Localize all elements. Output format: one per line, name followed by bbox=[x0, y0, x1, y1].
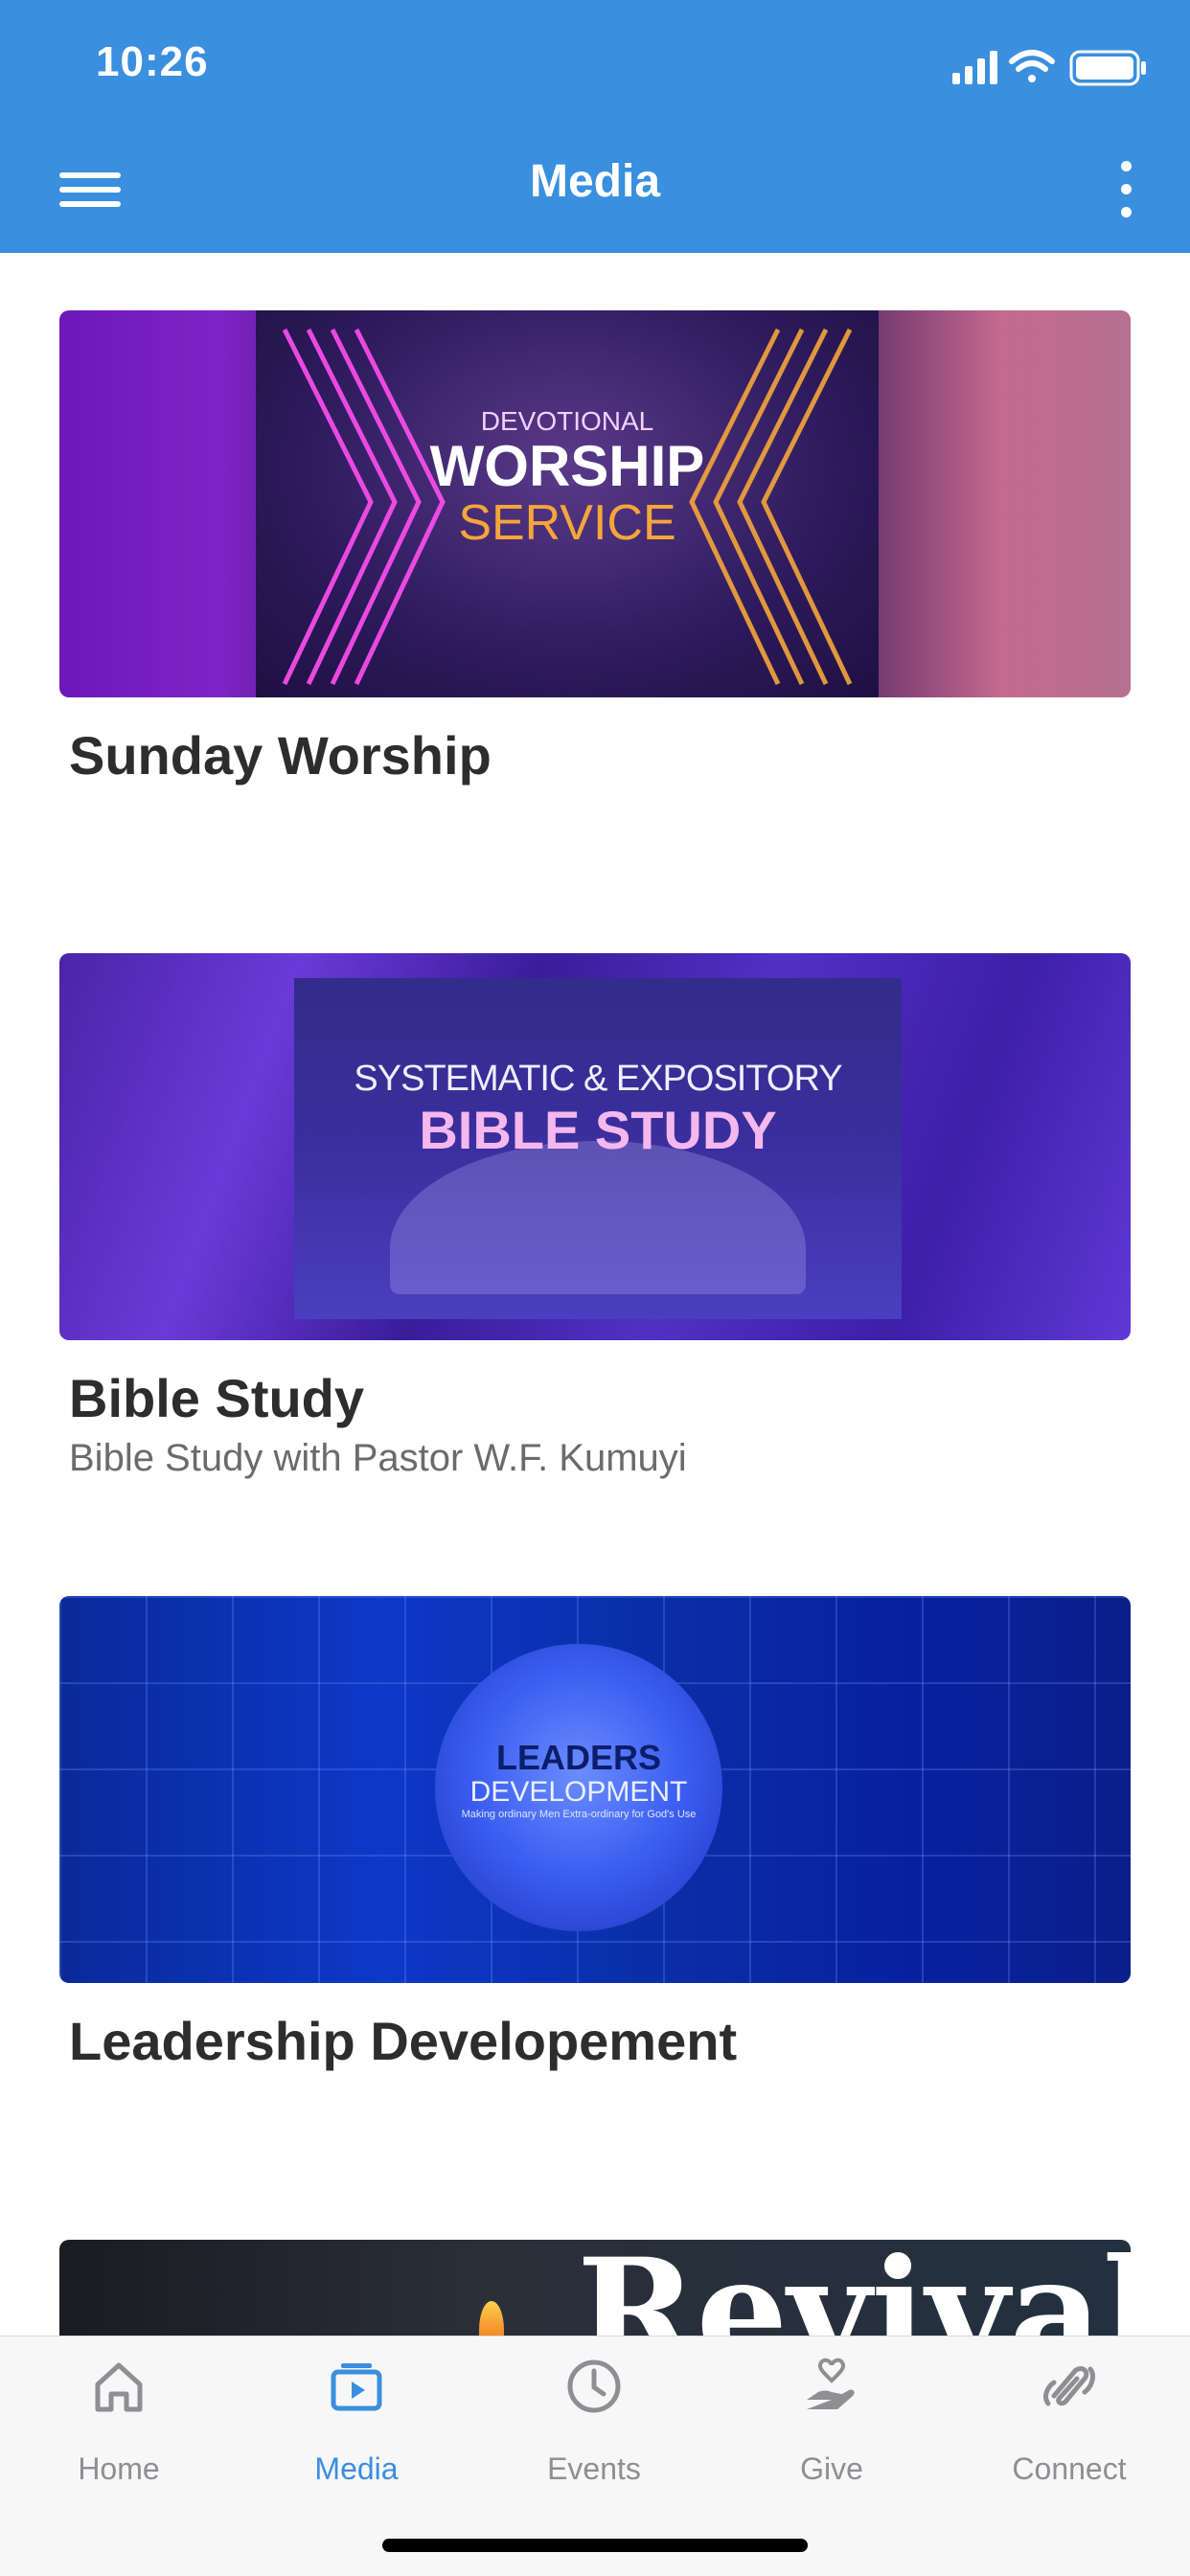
media-icon bbox=[331, 2363, 382, 2411]
thumbnail-text: SERVICE bbox=[458, 495, 676, 551]
signal-icon bbox=[952, 51, 997, 84]
tab-label: Connect bbox=[1012, 2451, 1127, 2486]
status-icons bbox=[952, 50, 1146, 86]
tab-events[interactable]: Events bbox=[475, 2337, 713, 2499]
tab-connect[interactable]: Connect bbox=[950, 2337, 1188, 2499]
app-header: 10:26 Media bbox=[0, 0, 1190, 253]
battery-icon bbox=[1069, 50, 1146, 86]
thumbnail-text: WORSHIP bbox=[429, 434, 705, 498]
tab-give[interactable]: Give bbox=[713, 2337, 950, 2499]
media-thumbnail[interactable]: Revival bbox=[59, 2240, 1131, 2336]
connect-icon bbox=[1043, 2366, 1095, 2406]
tab-label: Media bbox=[314, 2451, 399, 2486]
media-card-revival[interactable]: Revival bbox=[59, 2240, 1131, 2336]
media-thumbnail[interactable]: DEVOTIONAL WORSHIP SERVICE bbox=[59, 310, 1131, 697]
thumbnail-text: DEVELOPMENT bbox=[469, 1776, 688, 1808]
media-card-sunday-worship[interactable]: DEVOTIONAL WORSHIP SERVICE Sunday Worshi… bbox=[59, 310, 1131, 786]
thumbnail-text: DEVOTIONAL bbox=[480, 406, 654, 436]
media-subtitle: Bible Study with Pastor W.F. Kumuyi bbox=[69, 1437, 687, 1479]
thumbnail-text: Revival bbox=[577, 2240, 1131, 2336]
thumbnail-text: Making ordinary Men Extra-ordinary for G… bbox=[461, 1809, 697, 1820]
tab-label: Home bbox=[78, 2451, 160, 2486]
home-indicator[interactable] bbox=[382, 2539, 808, 2552]
media-title[interactable]: Sunday Worship bbox=[69, 724, 1131, 786]
page-title: Media bbox=[529, 156, 661, 207]
media-title[interactable]: Bible Study bbox=[69, 1367, 1131, 1429]
thumbnail-text: LEADERS bbox=[495, 1738, 662, 1777]
thumbnail-text: BIBLE STUDY bbox=[419, 1100, 777, 1160]
media-thumbnail[interactable]: SYSTEMATIC & EXPOSITORY BIBLE STUDY bbox=[59, 953, 1131, 1340]
bible-graphic bbox=[390, 1141, 806, 1294]
wifi-icon bbox=[1009, 50, 1055, 82]
tab-label: Events bbox=[547, 2451, 641, 2486]
flame-icon bbox=[479, 2301, 504, 2336]
media-thumbnail[interactable]: LEADERS DEVELOPMENT Making ordinary Men … bbox=[59, 1596, 1131, 1983]
media-list: DEVOTIONAL WORSHIP SERVICE Sunday Worshi… bbox=[0, 253, 1190, 2336]
tab-home[interactable]: Home bbox=[0, 2337, 238, 2499]
give-hand-heart-icon bbox=[807, 2358, 855, 2409]
thumbnail-text: SYSTEMATIC & EXPOSITORY bbox=[354, 1059, 842, 1099]
tab-label: Give bbox=[800, 2451, 863, 2486]
media-title[interactable]: Leadership Developement bbox=[69, 2010, 1131, 2072]
media-card-bible-study[interactable]: SYSTEMATIC & EXPOSITORY BIBLE STUDY Bibl… bbox=[59, 953, 1131, 1480]
status-time: 10:26 bbox=[96, 38, 209, 85]
tab-media[interactable]: Media bbox=[238, 2337, 475, 2499]
home-icon bbox=[95, 2362, 143, 2412]
more-options-button[interactable] bbox=[1098, 153, 1152, 226]
clock-icon bbox=[567, 2359, 621, 2413]
media-card-leadership[interactable]: LEADERS DEVELOPMENT Making ordinary Men … bbox=[59, 1596, 1131, 2072]
